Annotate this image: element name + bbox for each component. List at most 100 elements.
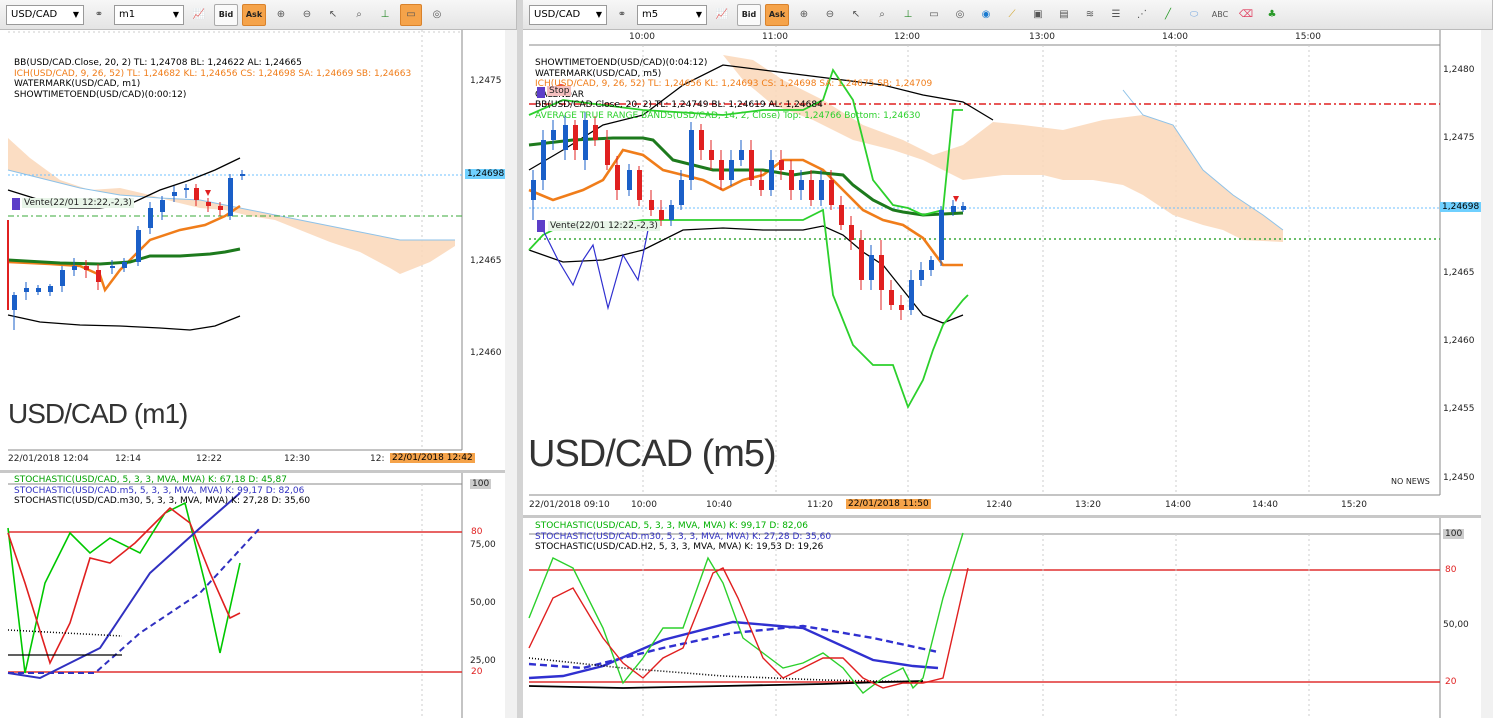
candle — [148, 208, 153, 228]
symbol-value: USD/CAD — [11, 9, 58, 20]
legend-line: CALENDAR — [535, 90, 932, 101]
vertical-scrollbar[interactable] — [505, 30, 517, 718]
zoom-out-icon[interactable]: ⊖ — [819, 4, 841, 26]
bid-button[interactable]: Bid — [737, 3, 761, 26]
candle — [573, 125, 578, 150]
note-icon[interactable]: ▭ — [923, 4, 945, 26]
link-icon[interactable]: ⚭ — [88, 4, 110, 26]
symbol-select[interactable]: USD/CAD ▼ — [529, 4, 607, 25]
stop-label[interactable]: Stop — [547, 86, 572, 96]
stoch-tick: 50,00 — [1443, 620, 1469, 630]
candle — [889, 290, 894, 305]
candle — [84, 266, 89, 270]
ruler-icon[interactable]: ⟋ — [1001, 4, 1023, 26]
legend-line: STOCHASTIC(USD/CAD.m30, 5, 3, 3, MVA, MV… — [14, 496, 311, 506]
candle — [799, 180, 804, 190]
candle — [719, 160, 724, 180]
candle — [218, 206, 223, 210]
bid-button[interactable]: Bid — [214, 3, 238, 26]
trendline-icon[interactable]: ╱ — [1157, 4, 1179, 26]
candle — [583, 120, 588, 160]
link-icon[interactable]: ⚭ — [611, 4, 633, 26]
time-cursor-label: 22/01/2018 11:50 — [846, 499, 931, 509]
time-tick: 22/01/2018 12:04 — [8, 454, 89, 464]
zoom-in-icon[interactable]: ⊕ — [270, 4, 292, 26]
candle — [563, 125, 568, 150]
trade-label[interactable]: Vente(22/01 12:22,-2,3) — [548, 221, 660, 231]
candle — [739, 150, 744, 160]
price-chart[interactable]: BB(USD/CAD.Close, 20, 2) TL: 1,24708 BL:… — [0, 30, 517, 470]
pin-icon[interactable]: ⊥ — [374, 4, 396, 26]
ask-button[interactable]: Ask — [242, 3, 266, 26]
chart-window-icon[interactable]: ▤ — [1053, 4, 1075, 26]
zoom-in-icon[interactable]: ⊕ — [793, 4, 815, 26]
pin-icon[interactable]: ⊥ — [897, 4, 919, 26]
candle — [206, 202, 211, 206]
view-icon[interactable]: ◎ — [949, 4, 971, 26]
chart-type-icon[interactable]: 📈 — [711, 4, 733, 26]
zoom-out-icon[interactable]: ⊖ — [296, 4, 318, 26]
cursor-icon[interactable]: ↖ — [845, 4, 867, 26]
candle — [649, 200, 654, 210]
candle — [669, 205, 674, 220]
lines-icon[interactable]: ☰ — [1105, 4, 1127, 26]
price-chart[interactable]: SHOWTIMETOEND(USD/CAD)(0:04:12) WATERMARK… — [523, 30, 1493, 520]
stoch-tick: 100 — [470, 479, 492, 489]
time-tick: 14:00 — [1165, 500, 1191, 510]
globe-icon[interactable]: ◉ — [975, 4, 997, 26]
candle — [240, 174, 245, 176]
fan-icon[interactable]: ⋰ — [1131, 4, 1153, 26]
price-tick: 1,2450 — [1443, 473, 1475, 483]
indicator-icon[interactable]: ≋ — [1079, 4, 1101, 26]
chevron-down-icon: ▼ — [595, 10, 602, 19]
candle — [96, 270, 101, 282]
candle — [809, 180, 814, 200]
stochastic-pane[interactable]: STOCHASTIC(USD/CAD, 5, 3, 3, MVA, MVA) K… — [0, 473, 517, 718]
view-icon[interactable]: ◎ — [426, 4, 448, 26]
candle — [839, 205, 844, 225]
timeframe-select[interactable]: m1 ▼ — [114, 4, 184, 25]
tree-icon[interactable]: ♣ — [1261, 4, 1283, 26]
legend-line: STOCHASTIC(USD/CAD.m5, 5, 3, 3, MVA, MVA… — [14, 485, 305, 496]
vertical-scrollbar[interactable] — [1481, 30, 1493, 718]
ellipse-icon[interactable]: ⬭ — [1183, 4, 1205, 26]
trade-label[interactable]: Vente(22/01 12:22,-2,3) — [22, 198, 134, 208]
candle — [72, 266, 77, 270]
candle — [122, 262, 127, 268]
chevron-down-icon: ▼ — [695, 10, 702, 19]
time-tick: 12:14 — [115, 454, 141, 464]
image-icon[interactable]: ▣ — [1027, 4, 1049, 26]
cursor-icon[interactable]: ↖ — [322, 4, 344, 26]
candle — [689, 130, 694, 180]
ask-button[interactable]: Ask — [765, 3, 789, 26]
legend-line: BB(USD/CAD.Close, 20, 2) TL: 1,24708 BL:… — [14, 58, 302, 68]
zoom-area-icon[interactable]: ⌕ — [348, 4, 370, 26]
text-icon[interactable]: ABC — [1209, 4, 1231, 26]
time-cursor-label: 22/01/2018 12:42 — [390, 453, 475, 463]
stoch-tick: 100 — [1443, 529, 1465, 539]
price-tick: 1,2460 — [470, 348, 502, 358]
candle — [879, 255, 884, 290]
chart-type-icon[interactable]: 📈 — [188, 4, 210, 26]
trading-app: USD/CAD ▼ ⚭ m1 ▼ 📈 Bid Ask ⊕ ⊖ ↖ ⌕ ⊥ ▭ ◎ B… — [0, 0, 1493, 718]
timeframe-select[interactable]: m5 ▼ — [637, 4, 707, 25]
price-tick: 1,2465 — [1443, 268, 1475, 278]
candle — [593, 125, 598, 140]
candle — [60, 270, 65, 286]
note-icon[interactable]: ▭ — [400, 3, 422, 26]
time-tick-top: 10:00 — [629, 32, 655, 42]
symbol-select[interactable]: USD/CAD ▼ — [6, 4, 84, 25]
time-tick: 12:22 — [196, 454, 222, 464]
candle — [939, 210, 944, 260]
candle — [961, 206, 966, 210]
candle — [36, 288, 41, 292]
candle — [194, 188, 199, 200]
indicator-legend: SHOWTIMETOEND(USD/CAD)(0:04:12) WATERMARK… — [535, 58, 932, 121]
zoom-area-icon[interactable]: ⌕ — [871, 4, 893, 26]
candle — [929, 260, 934, 270]
stochastic-pane[interactable]: STOCHASTIC(USD/CAD, 5, 3, 3, MVA, MVA) K… — [523, 518, 1493, 718]
stoch-level-20: 20 — [471, 667, 483, 677]
eraser-icon[interactable]: ⌫ — [1235, 4, 1257, 26]
candle — [951, 206, 956, 212]
current-price-label: 1,24698 — [1440, 202, 1482, 212]
